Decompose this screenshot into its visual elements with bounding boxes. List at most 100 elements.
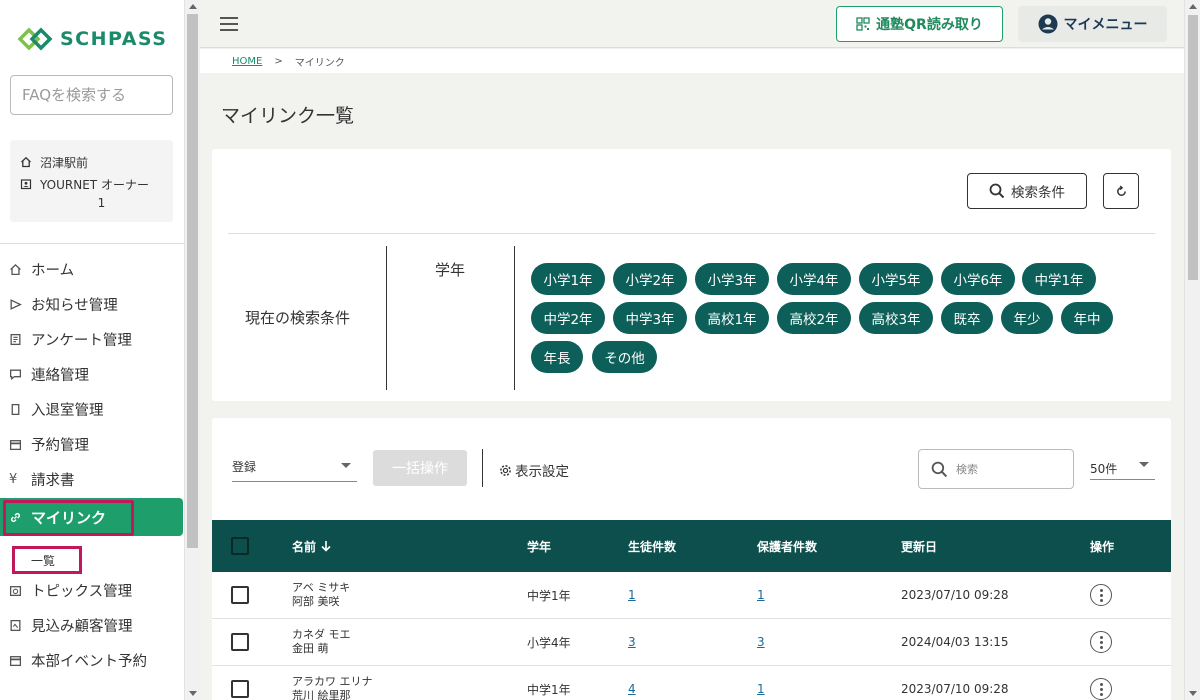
more-options-icon[interactable] [1090, 631, 1112, 653]
list-search-input[interactable]: 検索 [918, 449, 1074, 489]
grade-chip[interactable]: 中学1年 [1022, 263, 1096, 295]
account-circle-icon [1038, 14, 1057, 34]
sidebar-item-prospects[interactable]: 見込み顧客管理 [0, 608, 184, 643]
grade-chip[interactable]: 中学2年 [531, 302, 605, 334]
grade-chip[interactable]: 小学3年 [695, 263, 769, 295]
sidebar-subitem-list[interactable]: 一覧 [0, 536, 184, 574]
door-icon [11, 403, 20, 416]
scroll-up-arrow[interactable] [1189, 4, 1197, 9]
column-header-name[interactable]: 名前 [292, 520, 332, 572]
search-conditions-card: 検索条件 現在の検索条件 学年 小学1年 小学2年 小学3年 小学4年 小学5年… [212, 149, 1171, 401]
column-divider [514, 246, 515, 390]
qr-code-icon [856, 17, 870, 31]
highlight-box [3, 500, 134, 536]
main-scrollbar[interactable] [1184, 0, 1200, 700]
main-scroll-thumb[interactable] [1188, 15, 1198, 280]
grade-chip[interactable]: その他 [592, 341, 657, 373]
sidebar-item-mylink[interactable]: マイリンク [0, 498, 183, 536]
calendar-icon [9, 440, 22, 451]
grade-chip[interactable]: 既卒 [941, 302, 993, 334]
sidebar-item-notices[interactable]: お知らせ管理 [0, 287, 184, 322]
select-all-cell [231, 520, 249, 572]
grade-cell: 小学4年 [527, 635, 571, 650]
grade-chip[interactable]: 年中 [1061, 302, 1113, 334]
grade-chip[interactable]: 中学3年 [613, 302, 687, 334]
grade-chip[interactable]: 年少 [1001, 302, 1053, 334]
row-checkbox[interactable] [231, 680, 249, 698]
column-header-name-label: 名前 [292, 539, 317, 554]
table-row: アラカワ エリナ 荒川 絵里那 中学1年 4 1 2023/07/10 09:2… [212, 666, 1171, 700]
bulk-action-button[interactable]: 一括操作 [373, 450, 467, 486]
gear-icon [500, 464, 511, 476]
action-select[interactable]: 登録 [232, 456, 357, 482]
row-checkbox[interactable] [231, 633, 249, 651]
grade-chip[interactable]: 年長 [531, 341, 583, 373]
sidebar-item-attendance[interactable]: 入退室管理 [0, 392, 184, 427]
sidebar-item-surveys[interactable]: アンケート管理 [0, 322, 184, 357]
scroll-down-arrow[interactable] [1189, 691, 1197, 696]
qr-scan-button[interactable]: 通塾QR読み取り [836, 6, 1003, 42]
sidebar: SCHPASS 沼津駅前 YOURNET オーナー 1 ホーム お知らせ管理 ア… [0, 0, 184, 700]
grade-chip[interactable]: 小学2年 [613, 263, 687, 295]
action-select-value: 登録 [232, 460, 257, 474]
scroll-down-arrow[interactable] [189, 691, 197, 696]
students-count-link[interactable]: 3 [628, 635, 636, 649]
students-count-link[interactable]: 4 [628, 682, 636, 696]
sidebar-item-label: 入退室管理 [31, 403, 104, 419]
list-search-placeholder: 検索 [956, 463, 978, 476]
display-settings-button[interactable]: 表示設定 [499, 460, 569, 480]
breadcrumb-home-link[interactable]: HOME [232, 56, 262, 67]
updated-cell: 2023/07/10 09:28 [901, 588, 1009, 602]
students-count-link[interactable]: 1 [628, 588, 636, 602]
mylink-list-card: 登録 一括操作 表示設定 検索 50件 名前 学年 生徒件数 保護者件数 更新日… [212, 418, 1171, 700]
grade-chip[interactable]: 高校1年 [695, 302, 769, 334]
yen-icon: ¥ [9, 472, 18, 487]
reset-button[interactable] [1103, 173, 1139, 209]
grade-cell: 中学1年 [527, 682, 571, 697]
grade-chip[interactable]: 高校3年 [859, 302, 933, 334]
name-kana: アベ ミサキ [292, 581, 351, 594]
topics-icon [9, 586, 22, 597]
sidebar-item-invoices[interactable]: ¥ 請求書 [0, 462, 184, 497]
guardians-count-link[interactable]: 3 [757, 635, 765, 649]
grade-chip[interactable]: 高校2年 [777, 302, 851, 334]
chevron-down-icon [341, 463, 351, 468]
hamburger-menu-icon[interactable] [220, 17, 238, 31]
per-page-select[interactable]: 50件 [1090, 456, 1155, 480]
my-menu-button[interactable]: マイメニュー [1018, 6, 1167, 42]
guardians-count-link[interactable]: 1 [757, 588, 765, 602]
send-icon [10, 299, 22, 310]
sidebar-item-label: アンケート管理 [31, 333, 132, 349]
more-options-icon[interactable] [1090, 584, 1112, 606]
sidebar-item-messages[interactable]: 連絡管理 [0, 357, 184, 392]
sidebar-item-topics[interactable]: トピックス管理 [0, 573, 184, 608]
per-page-value: 50件 [1090, 462, 1118, 476]
search-conditions-button[interactable]: 検索条件 [967, 173, 1087, 209]
grade-chip[interactable]: 小学5年 [859, 263, 933, 295]
sidebar-item-label: ホーム [31, 263, 75, 279]
schpass-logo-icon [17, 27, 53, 51]
grade-chip[interactable]: 小学6年 [941, 263, 1015, 295]
sidebar-item-hq-events[interactable]: 本部イベント予約 [0, 643, 184, 678]
sidebar-item-reservations[interactable]: 予約管理 [0, 427, 184, 462]
sidebar-scrollbar[interactable] [184, 0, 200, 700]
more-options-icon[interactable] [1090, 678, 1112, 700]
row-checkbox[interactable] [231, 586, 249, 604]
sidebar-scroll-thumb[interactable] [187, 14, 198, 548]
guardians-count-link[interactable]: 1 [757, 682, 765, 696]
scroll-up-arrow[interactable] [189, 4, 197, 9]
sidebar-item-home[interactable]: ホーム [0, 252, 184, 287]
search-icon [989, 183, 1005, 199]
grade-chip[interactable]: 小学1年 [531, 263, 605, 295]
select-all-checkbox[interactable] [231, 537, 249, 555]
logo[interactable]: SCHPASS [16, 24, 167, 54]
page-title: マイリンク一覧 [221, 105, 355, 127]
breadcrumb-separator: > [274, 55, 283, 67]
faq-search-input[interactable] [10, 75, 173, 115]
refresh-icon [1116, 184, 1126, 196]
user-name: YOURNET オーナー [40, 177, 149, 192]
grade-chip[interactable]: 小学4年 [777, 263, 851, 295]
breadcrumb-current: マイリンク [294, 57, 345, 69]
sidebar-item-label: お知らせ管理 [31, 298, 118, 314]
grade-cell: 中学1年 [527, 588, 571, 603]
